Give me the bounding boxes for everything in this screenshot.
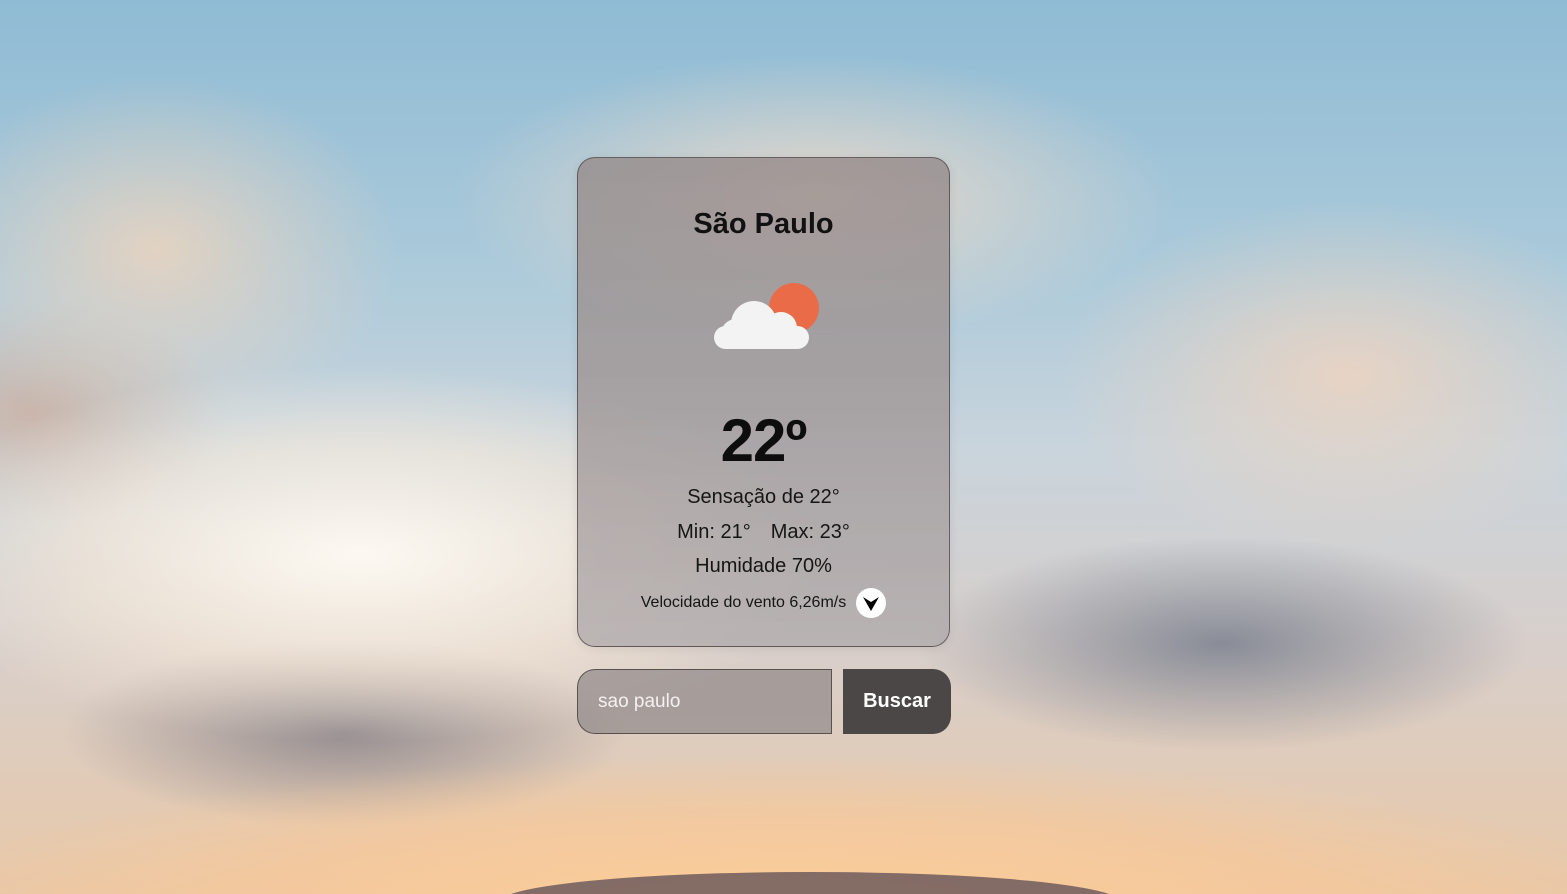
search-button[interactable]: Buscar	[843, 669, 951, 734]
wind-direction-icon	[856, 588, 887, 618]
humidity: Humidade 70%	[695, 555, 832, 577]
min-max-row: Min: 21° Max: 23°	[578, 521, 949, 544]
partly-cloudy-icon	[710, 278, 820, 358]
feels-like: Sensação de 22°	[687, 486, 840, 508]
current-temperature: 22º	[720, 407, 808, 474]
min-temperature: Min: 21°	[677, 521, 751, 543]
max-temperature: Max: 23°	[770, 521, 850, 543]
weather-card: São Paulo 22º Sensação de 22° Min: 21° Ma…	[577, 157, 950, 647]
city-name: São Paulo	[693, 208, 834, 240]
wind-row: Velocidade do vento 6,26m/s	[578, 588, 949, 618]
mountain-silhouette	[500, 872, 1120, 894]
city-search-input[interactable]	[577, 669, 832, 734]
wind-speed: Velocidade do vento 6,26m/s	[640, 594, 847, 611]
